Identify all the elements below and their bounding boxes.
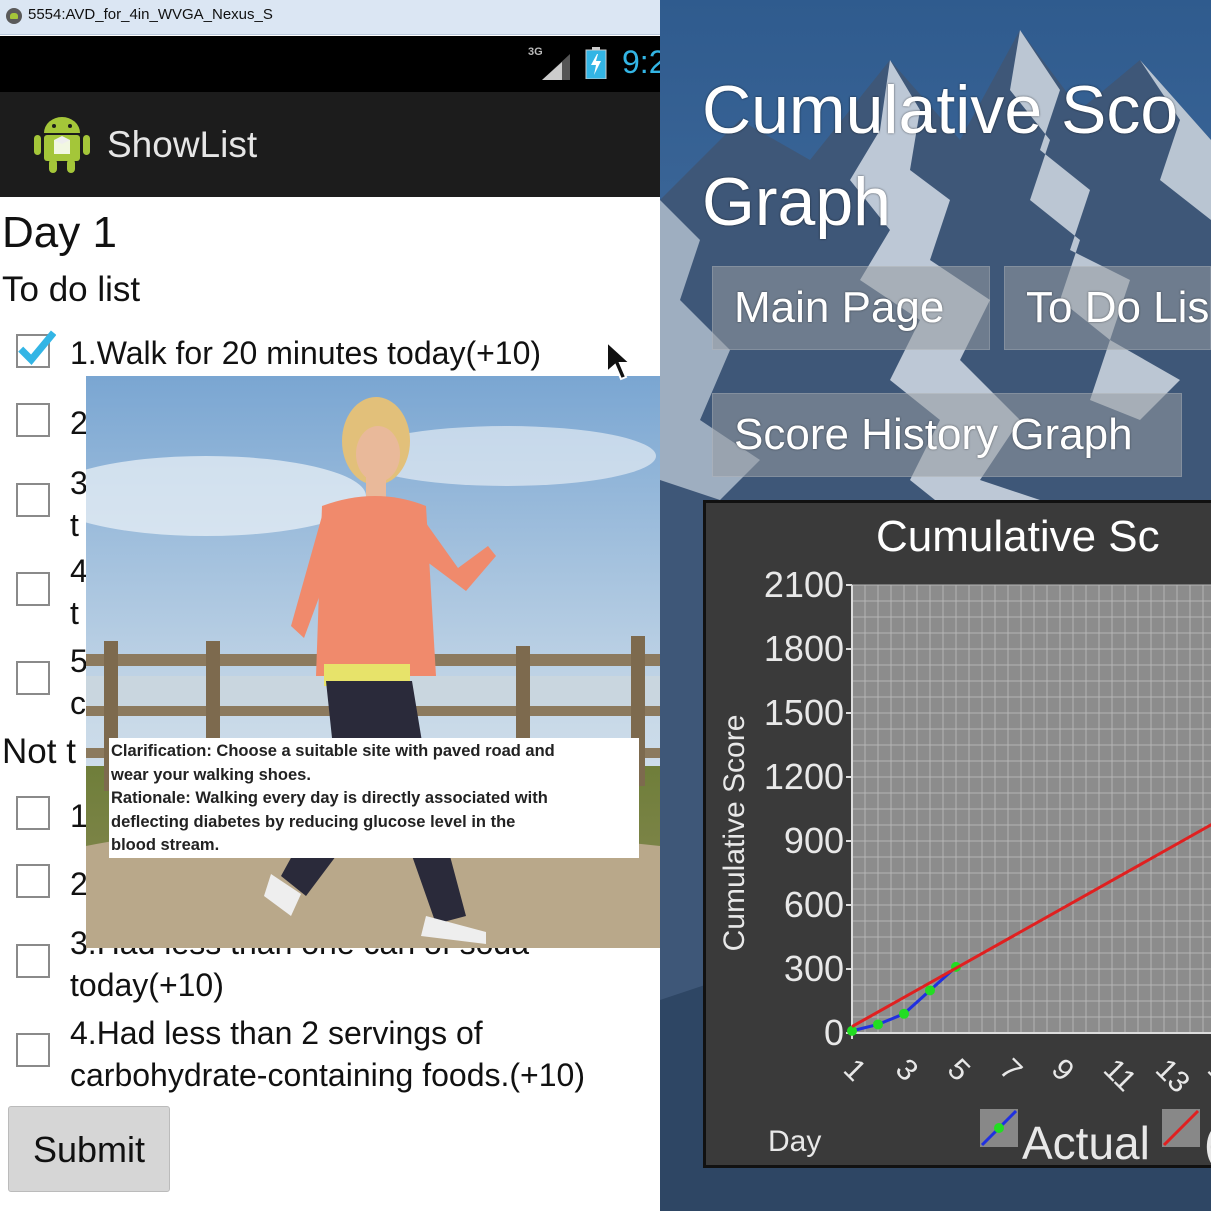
page-title: Cumulative Sco Graph [702, 64, 1178, 248]
legend-marker-actual [994, 1123, 1004, 1133]
y-axis-label: Cumulative Score [718, 715, 751, 952]
caption-line-1: Clarification: Choose a suitable site wi… [111, 742, 555, 760]
main-page-button[interactable]: Main Page [712, 266, 990, 350]
day-label: Day 1 [2, 208, 117, 257]
mouse-cursor-icon [606, 340, 633, 381]
score-history-button[interactable]: Score History Graph [712, 393, 1182, 477]
walking-photo-popup[interactable] [86, 376, 660, 948]
caption-line-2: wear your walking shoes. [111, 765, 311, 784]
todo-item-3-line2[interactable]: t [70, 504, 79, 546]
chart-title: Cumulative Sc [876, 512, 1160, 561]
y-tick-label: 1800 [764, 628, 844, 669]
action-bar [0, 92, 660, 197]
x-tick-label: 11 [1097, 1053, 1142, 1098]
app-title: ShowList [107, 124, 258, 165]
android-robot-icon[interactable] [34, 113, 90, 173]
x-tick-label: 5 [941, 1053, 976, 1088]
nottodo-item-4-line1[interactable]: 4.Had less than 2 servings of [70, 1012, 483, 1054]
todo-list-button[interactable]: To Do Lis [1004, 266, 1211, 350]
popup-caption: Clarification: Choose a suitable site wi… [109, 738, 639, 858]
check-icon [18, 330, 56, 366]
page-title-line-2: Graph [702, 164, 891, 240]
x-tick-label: 9 [1045, 1053, 1080, 1088]
caption-line-3: Rationale: Walking every day is directly… [111, 789, 548, 807]
todo-checkbox-3[interactable] [16, 483, 50, 517]
emulator-window: 5554:AVD_for_4in_WVGA_Nexus_S 3G 9:2 Sho… [0, 0, 660, 1211]
data-point [847, 1025, 857, 1036]
page-title-line-1: Cumulative Sco [702, 72, 1179, 148]
nottodo-heading: Not t [2, 732, 76, 771]
y-tick-label: 300 [784, 948, 844, 989]
caption-line-4: deflecting diabetes by reducing glucose … [111, 812, 516, 831]
x-tick-label: 13 [1149, 1053, 1196, 1100]
status-time: 9:2 [622, 44, 660, 80]
nottodo-item-4-line2[interactable]: carbohydrate-containing foods.(+10) [70, 1054, 585, 1096]
x-tick-label: 1 [837, 1053, 872, 1088]
chart-panel: Cumulative Sc 2100 1800 1500 1200 900 600 300 0 C… [703, 500, 1211, 1169]
x-tick-label: 7 [993, 1053, 1028, 1088]
data-point [925, 985, 935, 996]
network-type: 3G [528, 46, 543, 58]
todo-checkbox-2[interactable] [16, 403, 50, 437]
data-point [899, 1008, 909, 1019]
x-axis-label: Day [768, 1125, 821, 1158]
nottodo-checkbox-4[interactable] [16, 1033, 50, 1067]
nottodo-checkbox-1[interactable] [16, 796, 50, 830]
y-tick-label: 600 [784, 884, 844, 925]
todo-heading: To do list [2, 270, 141, 309]
nottodo-item-3-line2[interactable]: today(+10) [70, 964, 224, 1006]
y-tick-label: 2100 [764, 564, 844, 605]
todo-checkbox-5[interactable] [16, 661, 50, 695]
y-tick-label: 900 [784, 820, 844, 861]
signal-icon [542, 54, 570, 80]
data-point [873, 1019, 883, 1030]
y-tick-label: 0 [824, 1012, 844, 1053]
legend-label-actual: Actual [1022, 1117, 1150, 1165]
todo-checkbox-4[interactable] [16, 572, 50, 606]
score-graph-screen: Cumulative Sco Graph Main Page To Do Lis… [660, 0, 1211, 1211]
window-titlebar[interactable]: 5554:AVD_for_4in_WVGA_Nexus_S [0, 0, 660, 35]
cumulative-score-chart: Cumulative Sc 2100 1800 1500 1200 900 600 300 0 C… [718, 512, 1211, 1169]
walking-woman-photo [86, 376, 660, 948]
todo-checkbox-1[interactable] [16, 330, 56, 368]
legend-label-second: ( [1204, 1117, 1211, 1165]
x-tick-label: 3 [889, 1053, 924, 1088]
nottodo-checkbox-2[interactable] [16, 864, 50, 898]
y-tick-label: 1200 [764, 756, 844, 797]
caption-line-5: blood stream. [111, 836, 220, 854]
submit-button[interactable]: Submit [8, 1106, 170, 1192]
todo-item-5-line2[interactable]: c [70, 682, 86, 724]
y-tick-label: 1500 [764, 692, 844, 733]
android-head-icon [6, 8, 22, 24]
nottodo-checkbox-3[interactable] [16, 944, 50, 978]
x-tick-label: 15 [1201, 1053, 1211, 1100]
todo-item-1[interactable]: 1.Walk for 20 minutes today(+10) [70, 332, 541, 374]
window-title: 5554:AVD_for_4in_WVGA_Nexus_S [28, 6, 273, 23]
battery-icon [585, 47, 607, 79]
todo-item-4-line2[interactable]: t [70, 592, 79, 634]
